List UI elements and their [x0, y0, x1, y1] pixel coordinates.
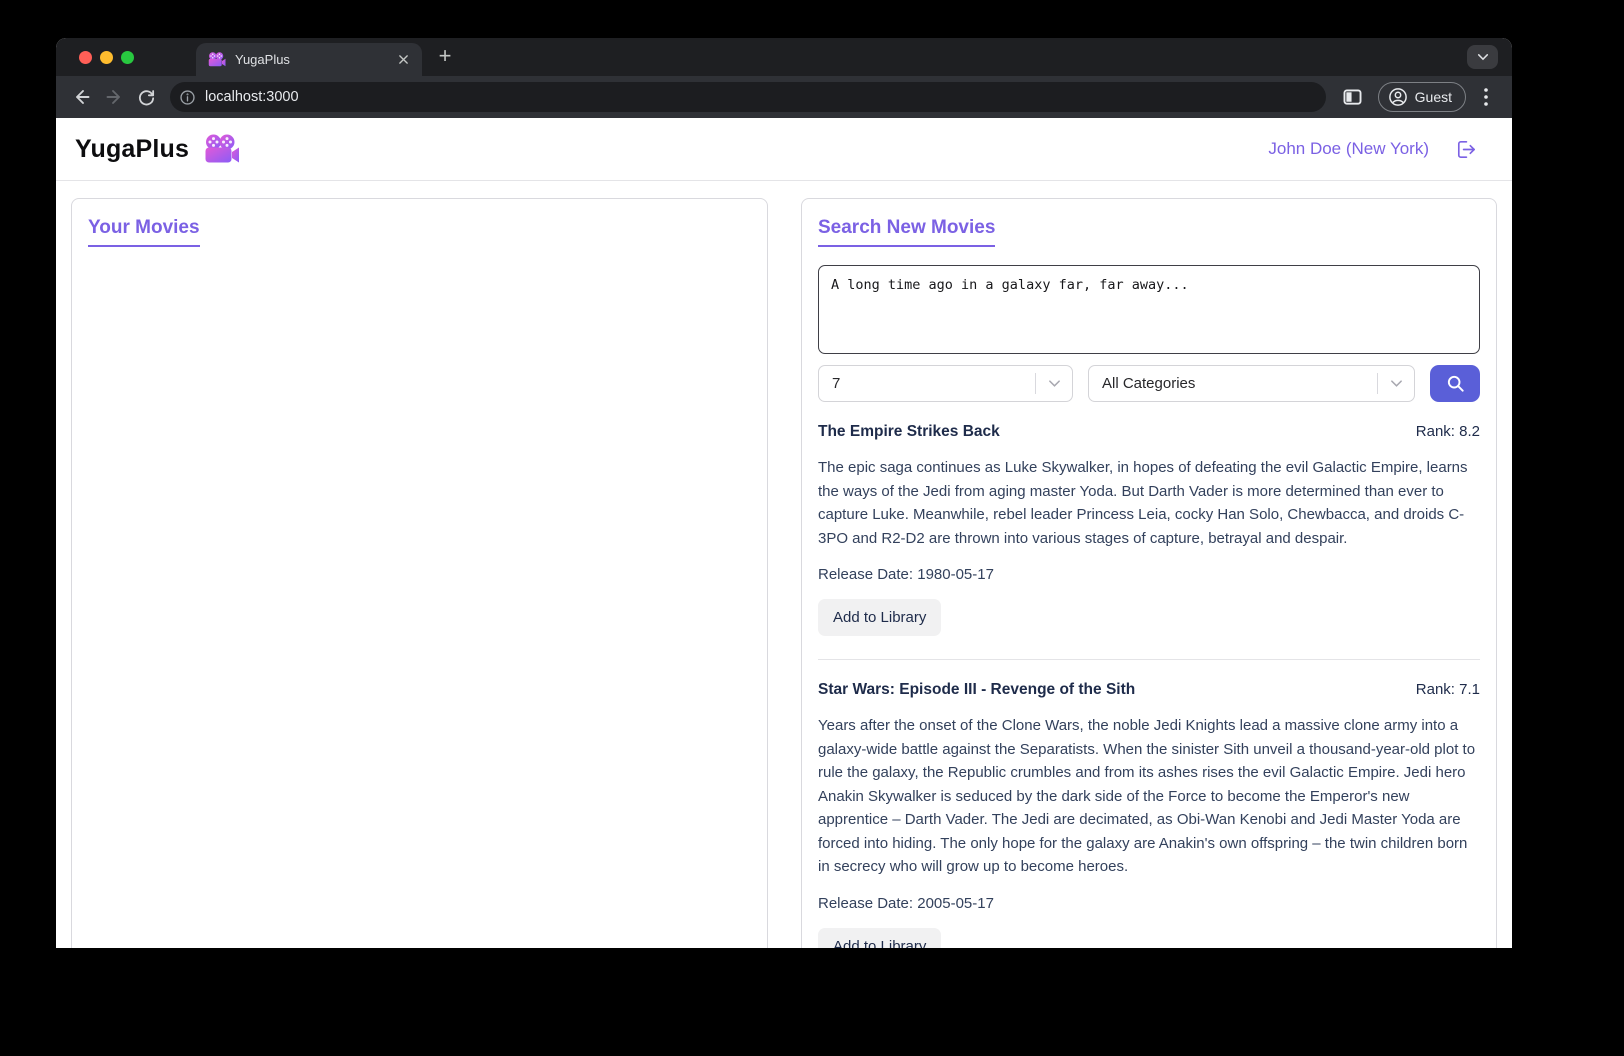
category-value: All Categories: [1102, 375, 1196, 392]
movie-title: Star Wars: Episode III - Revenge of the …: [818, 681, 1136, 698]
tab-search-chevron-button[interactable]: [1467, 45, 1498, 69]
main-content: Your Movies Search New Movies A long tim…: [56, 181, 1512, 948]
new-tab-button[interactable]: +: [430, 41, 460, 71]
page-content: YugaPlus John Doe (New York) Your Movies…: [56, 118, 1512, 948]
search-controls: 7 All Categories: [818, 365, 1480, 402]
movie-result: Star Wars: Episode III - Revenge of the …: [818, 681, 1480, 948]
user-profile-link[interactable]: John Doe (New York): [1268, 139, 1429, 159]
movie-result: The Empire Strikes Back Rank: 8.2 The ep…: [818, 423, 1480, 636]
search-icon: [1446, 374, 1465, 393]
side-panel-button[interactable]: [1336, 81, 1370, 113]
search-button[interactable]: [1430, 365, 1480, 402]
back-button[interactable]: [66, 81, 98, 113]
traffic-lights: [56, 38, 148, 76]
zoom-window-button[interactable]: [121, 50, 134, 64]
add-to-library-button[interactable]: Add to Library: [818, 599, 942, 636]
tab-close-icon[interactable]: [394, 51, 412, 69]
results-limit-value: 7: [832, 375, 841, 392]
chevron-down-icon: [1378, 379, 1414, 388]
your-movies-panel: Your Movies: [71, 198, 768, 948]
browser-menu-button[interactable]: [1472, 81, 1500, 113]
guest-avatar-icon: [1388, 87, 1408, 107]
movie-description: Years after the onset of the Clone Wars,…: [818, 717, 1476, 875]
results-limit-select[interactable]: 7: [818, 365, 1073, 402]
movie-release-date: Release Date: 2005-05-17: [818, 894, 994, 912]
movie-title: The Empire Strikes Back: [818, 423, 1000, 440]
category-select[interactable]: All Categories: [1088, 365, 1415, 402]
your-movies-heading: Your Movies: [88, 217, 200, 247]
chevron-down-icon: [1036, 379, 1072, 388]
guest-label: Guest: [1414, 89, 1452, 105]
logout-icon[interactable]: [1454, 138, 1477, 161]
movie-divider: [818, 659, 1480, 660]
close-window-button[interactable]: [79, 50, 92, 64]
reload-button[interactable]: [130, 81, 162, 113]
tab-strip: YugaPlus +: [56, 38, 1512, 76]
tab-favicon-movie-camera-icon: [208, 52, 226, 67]
address-bar[interactable]: localhost:3000: [170, 82, 1326, 112]
brand-title: YugaPlus: [75, 134, 190, 163]
site-info-icon[interactable]: [179, 89, 196, 106]
movie-release-date: Release Date: 1980-05-17: [818, 566, 994, 583]
tab-title: YugaPlus: [235, 52, 290, 67]
forward-button[interactable]: [98, 81, 130, 113]
app-header: YugaPlus John Doe (New York): [56, 118, 1512, 181]
movie-rank: Rank: 8.2: [1415, 423, 1480, 440]
browser-window: YugaPlus + localhost:3000 Guest YugaPlus…: [56, 38, 1512, 948]
browser-toolbar: localhost:3000 Guest: [56, 76, 1512, 118]
browser-tab[interactable]: YugaPlus: [196, 43, 422, 76]
search-movies-heading: Search New Movies: [818, 217, 996, 247]
search-movies-panel: Search New Movies A long time ago in a g…: [801, 198, 1497, 948]
movie-rank: Rank: 7.1: [1415, 681, 1480, 698]
search-query-textarea[interactable]: A long time ago in a galaxy far, far awa…: [818, 265, 1480, 354]
guest-profile-button[interactable]: Guest: [1377, 82, 1466, 112]
movie-description: The epic saga continues as Luke Skywalke…: [818, 459, 1468, 547]
movie-camera-logo-icon: [204, 134, 240, 164]
add-to-library-button[interactable]: Add to Library: [818, 927, 942, 948]
minimize-window-button[interactable]: [100, 50, 113, 64]
url-text: localhost:3000: [205, 89, 299, 105]
